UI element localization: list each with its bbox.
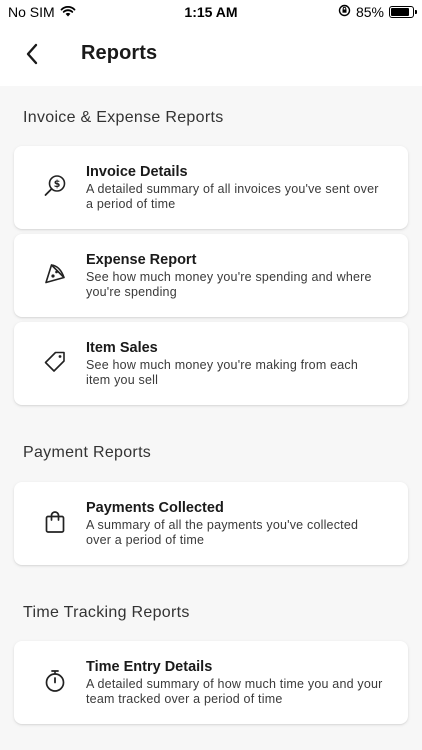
report-card-expense-report[interactable]: Expense Report See how much money you're… [14,234,408,317]
section-title-payment: Payment Reports [23,444,152,461]
back-button[interactable] [18,40,46,68]
section-title-invoice-expense: Invoice & Expense Reports [23,109,224,126]
shopping-bag-icon [42,509,68,535]
status-bar: No SIM 1:15 AM 85% [0,0,422,24]
battery-fill [391,8,409,16]
page-title: Reports [81,42,158,64]
tag-icon [42,349,68,375]
nav-bar: Reports [0,24,422,86]
report-title: Time Entry Details [86,659,213,675]
report-title: Payments Collected [86,500,224,516]
status-right: 85% [338,4,417,20]
battery-icon [389,6,417,18]
invoice-search-icon: $ [42,173,68,199]
report-title: Expense Report [86,252,197,268]
orientation-lock-icon [338,4,351,20]
report-card-item-sales[interactable]: Item Sales See how much money you're mak… [14,322,408,405]
report-title: Invoice Details [86,164,188,180]
report-description: A summary of all the payments you've col… [86,518,359,547]
section-title-time-tracking: Time Tracking Reports [23,604,190,621]
report-description: See how much money you're making from ea… [86,358,359,387]
svg-text:$: $ [54,179,61,190]
report-description: A detailed summary of how much time you … [86,677,383,706]
report-title: Item Sales [86,340,158,356]
pizza-slice-icon [42,261,68,287]
report-description: A detailed summary of all invoices you'v… [86,182,379,211]
report-card-time-entry-details[interactable]: Time Entry Details A detailed summary of… [14,641,408,724]
report-card-payments-collected[interactable]: Payments Collected A summary of all the … [14,482,408,565]
battery-percent: 85% [355,4,384,20]
report-description: See how much money you're spending and w… [86,270,372,299]
report-card-invoice-details[interactable]: $ Invoice Details A detailed summary of … [14,146,408,229]
stopwatch-icon [42,668,68,694]
chevron-left-icon [26,43,38,65]
